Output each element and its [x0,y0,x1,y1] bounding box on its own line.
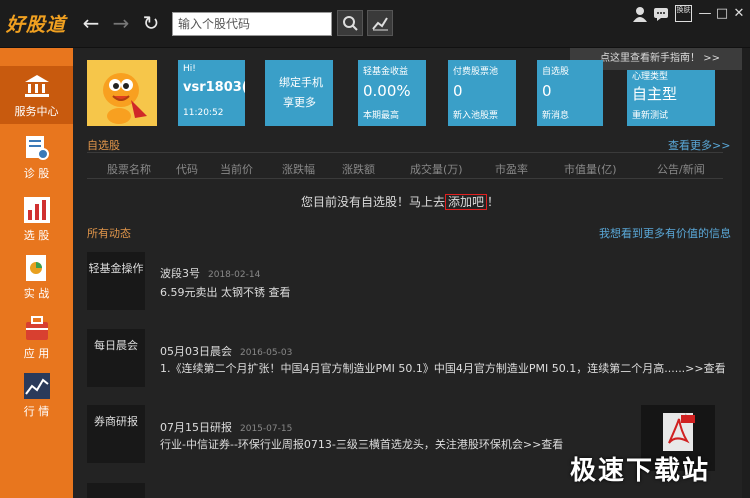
paid-pool-card[interactable]: 付费股票池 0 新入池股票 [448,60,516,126]
user-card[interactable]: Hi! vsr1803( 11:20:52 [178,60,245,126]
watchlist-title: 自选股 [87,139,120,152]
col-news[interactable]: 公告/新闻 [657,161,705,177]
feed-item-body[interactable]: 6.59元卖出 太钢不锈 查看 [160,284,291,300]
empty-prefix: 您目前没有自选股！马上去 [300,195,445,209]
col-name[interactable]: 股票名称 [107,161,151,177]
message-icon[interactable] [653,6,669,22]
user-icon[interactable] [632,6,648,22]
sidebar-item-market[interactable]: 行 情 [0,366,73,424]
bank-icon [24,75,49,97]
feed-tag: 轻基金操作 [87,252,145,310]
sidebar-item-label: 服务中心 [14,105,59,118]
app-logo: 好股道 [6,14,67,36]
search-button[interactable] [337,10,363,36]
sidebar-item-service[interactable]: 服务中心 [0,66,73,124]
feed-title-text: 波段3号 [160,267,200,280]
sidebar-item-diagnose[interactable]: 诊 股 [0,128,73,186]
practice-icon [25,255,46,281]
minimize-icon[interactable]: — [697,6,713,22]
refresh-icon[interactable]: ↻ [140,12,162,34]
feed-date: 2016-05-03 [240,348,293,358]
card-sub: 新消息 [542,111,570,121]
fund-return-card[interactable]: 轻基金收益 0.00% 本期最高 [358,60,426,126]
search-input[interactable]: 输入个股代码 [172,12,332,36]
close-icon[interactable]: ✕ [731,6,747,22]
feed-title-text: 05月03日晨会 [160,345,232,358]
feed-tag [87,483,145,498]
feed-tag: 每日晨会 [87,329,145,387]
watchlist-more-link[interactable]: 查看更多>> [668,137,730,153]
divider [87,152,723,153]
card-value: 0.00% [363,82,411,100]
feed-item-title[interactable]: 05月03日晨会 2016-05-03 [160,343,292,359]
col-pe[interactable]: 市盈率 [495,161,528,177]
card-value: 0 [453,82,463,100]
trend-button[interactable] [367,10,393,36]
col-volume[interactable]: 成交量(万) [410,161,463,177]
back-icon[interactable]: ← [80,12,102,34]
add-stock-link[interactable]: 添加吧 [444,194,487,210]
market-icon [23,373,50,399]
feed-title-text: 07月15日研报 [160,421,232,434]
card-sub: 重新测试 [632,111,669,121]
watermark: 极速下载站 [570,456,711,486]
sidebar: 服务中心 诊 股 选 股 实 战 应 用 行 情 [0,48,73,498]
card-value: 0 [542,82,552,100]
search-icon [343,16,358,31]
col-market-cap[interactable]: 市值量(亿) [564,161,617,177]
feed-date: 2015-07-15 [240,424,293,434]
forward-icon[interactable]: → [110,12,132,34]
sidebar-item-practice[interactable]: 实 战 [0,248,73,306]
feed-item-title[interactable]: 波段3号 2018-02-14 [160,265,260,281]
mascot-icon [87,60,157,126]
card-title: 付费股票池 [453,67,499,77]
card-title: 自选股 [542,67,570,77]
sidebar-item-label: 应 用 [23,347,50,360]
bind-phone-sub: 享更多 [283,96,316,109]
empty-suffix: ！ [487,195,500,209]
watchlist-card[interactable]: 自选股 0 新消息 [537,60,603,126]
bind-phone-card[interactable]: 绑定手机 享更多 [265,60,333,126]
maximize-icon[interactable]: □ [714,6,730,22]
feed-item-body[interactable]: 行业-中信证券--环保行业周报0713-三级三横首选龙头，关注港股环保机会>>查… [160,436,563,452]
sidebar-item-label: 实 战 [23,287,50,300]
divider [87,178,723,179]
sidebar-item-label: 诊 股 [23,167,50,180]
diagnose-icon [25,136,49,160]
col-change-amt[interactable]: 涨跌额 [342,161,375,177]
card-title: 轻基金收益 [363,67,409,77]
card-sub: 本期最高 [363,111,400,121]
login-time: 11:20:52 [183,108,224,118]
sidebar-item-label: 行 情 [23,405,50,418]
title-bar: 好股道 ← → ↻ 输入个股代码 换肤 — □ ✕ [0,0,750,48]
feed-item-title[interactable]: 07月15日研报 2015-07-15 [160,419,292,435]
feed-item-body[interactable]: 1.《连续第二个月扩张！中国4月官方制造业PMI 50.1》中国4月官方制造业P… [160,360,726,376]
mindset-card[interactable]: 心理类型 自主型 重新测试 [627,70,715,126]
feed-tag: 券商研报 [87,405,145,463]
skin-button[interactable]: 换肤 [675,5,692,22]
card-sub: 新入池股票 [453,111,499,121]
bind-phone-label: 绑定手机 [279,76,323,89]
feed-title: 所有动态 [87,227,131,240]
col-code[interactable]: 代码 [176,161,198,177]
sidebar-item-app[interactable]: 应 用 [0,308,73,366]
feed-date: 2018-02-14 [208,270,261,280]
username: vsr1803( [183,80,245,95]
col-change-pct[interactable]: 涨跌幅 [282,161,315,177]
sidebar-item-label: 选 股 [23,229,50,242]
col-price[interactable]: 当前价 [220,161,253,177]
greeting: Hi! [183,64,196,74]
avatar[interactable] [87,60,157,126]
scrollbar[interactable] [742,48,750,498]
card-title: 心理类型 [632,72,669,82]
app-icon [25,316,48,340]
empty-watchlist-message: 您目前没有自选股！马上去 添加吧！ [0,193,750,210]
trend-icon [372,17,388,31]
feed-more-link[interactable]: 我想看到更多有价值的信息 [599,225,731,241]
card-value: 自主型 [632,85,678,103]
